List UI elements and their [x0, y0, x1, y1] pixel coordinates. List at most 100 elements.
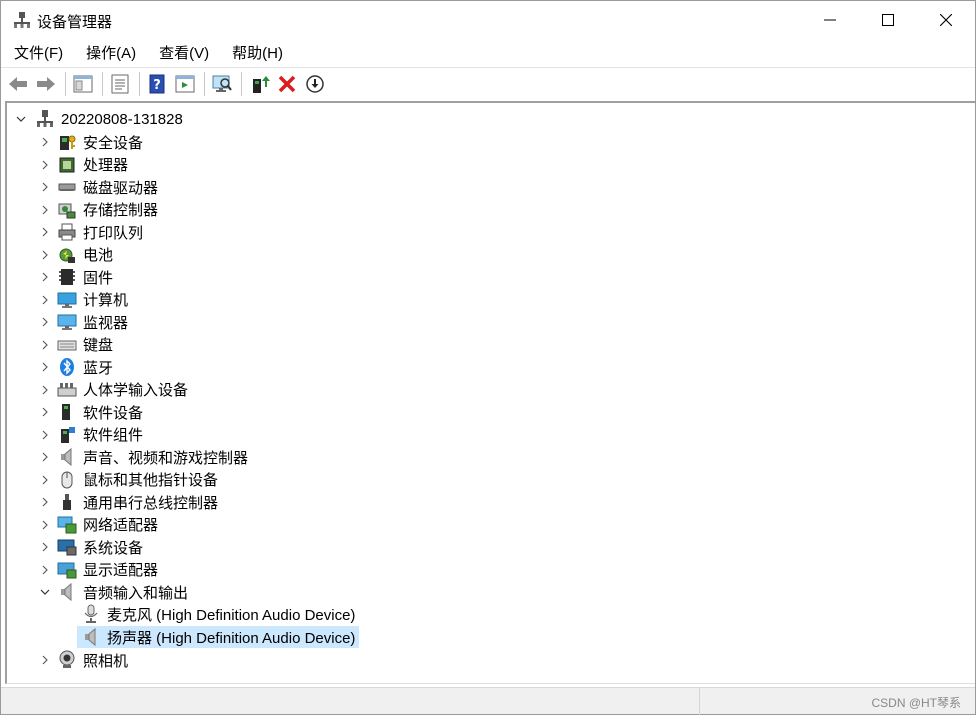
tree-category-camera[interactable]: 照相机: [37, 649, 128, 671]
chevron-right-icon[interactable]: [37, 449, 53, 465]
minimize-icon: [824, 19, 836, 21]
tree-category[interactable]: 鼠标和其他指针设备: [37, 469, 218, 491]
tree-category[interactable]: 通用串行总线控制器: [37, 491, 218, 513]
category-label: 通用串行总线控制器: [83, 494, 219, 512]
minimize-button[interactable]: [801, 1, 859, 39]
chevron-right-icon[interactable]: [37, 539, 53, 555]
tree-category[interactable]: 存储控制器: [37, 199, 158, 221]
hid-icon: [57, 380, 77, 400]
category-label: 打印队列: [83, 224, 144, 242]
chevron-right-icon[interactable]: [37, 202, 53, 218]
network-adapter-icon: [57, 515, 77, 535]
chevron-right-icon[interactable]: [37, 404, 53, 420]
category-label: 照相机: [83, 652, 129, 670]
category-label: 固件: [83, 269, 114, 287]
keyboard-icon: [57, 335, 77, 355]
back-arrow-icon: [9, 77, 27, 91]
tree-category[interactable]: 键盘: [37, 334, 113, 356]
chevron-right-icon[interactable]: [37, 652, 53, 668]
chevron-down-icon[interactable]: [13, 111, 29, 127]
forward-button[interactable]: [33, 71, 59, 97]
tree-category[interactable]: 固件: [37, 266, 113, 288]
tree-category[interactable]: 监视器: [37, 311, 128, 333]
chevron-right-icon[interactable]: [37, 247, 53, 263]
sound-icon: [57, 447, 77, 467]
uninstall-device-button[interactable]: [274, 71, 300, 97]
tree-category[interactable]: 处理器: [37, 154, 128, 176]
tree-category[interactable]: 软件组件: [37, 424, 143, 446]
chevron-right-icon[interactable]: [37, 314, 53, 330]
tree-category[interactable]: 网络适配器: [37, 514, 158, 536]
tree-category[interactable]: 打印队列: [37, 221, 143, 243]
tree-category[interactable]: 音频输入和输出: [37, 581, 188, 603]
properties-icon: [111, 74, 129, 94]
status-bar: CSDN @HT琴系: [1, 687, 975, 715]
update-driver-button[interactable]: [246, 71, 272, 97]
tree-category[interactable]: 声音、视频和游戏控制器: [37, 446, 248, 468]
usb-icon: [57, 492, 77, 512]
tree-category[interactable]: 计算机: [37, 289, 128, 311]
tree-category[interactable]: 蓝牙: [37, 356, 113, 378]
tree-device-microphone[interactable]: 麦克风 (High Definition Audio Device): [77, 603, 355, 625]
chevron-right-icon[interactable]: [37, 359, 53, 375]
tree-category[interactable]: 磁盘驱动器: [37, 176, 158, 198]
category-label: 音频输入和输出: [83, 584, 189, 602]
menu-file[interactable]: 文件(F): [1, 41, 73, 67]
close-icon: [940, 14, 952, 26]
chevron-down-icon[interactable]: [37, 584, 53, 600]
tree-category[interactable]: 人体学输入设备: [37, 379, 188, 401]
disable-device-button[interactable]: [302, 71, 328, 97]
storage-controller-icon: [57, 200, 77, 220]
tree-category[interactable]: 安全设备: [37, 131, 143, 153]
chevron-right-icon[interactable]: [37, 269, 53, 285]
tree-device-speaker-selected[interactable]: 扬声器 (High Definition Audio Device): [77, 626, 360, 648]
chevron-right-icon[interactable]: [37, 134, 53, 150]
help-button[interactable]: ?: [144, 71, 170, 97]
title-bar[interactable]: 设备管理器: [1, 1, 975, 39]
tree-root-node[interactable]: 20220808-131828: [13, 108, 183, 130]
action-pane-button[interactable]: [172, 71, 198, 97]
menu-help[interactable]: 帮助(H): [219, 41, 293, 67]
bluetooth-icon: [57, 357, 77, 377]
category-label: 监视器: [83, 314, 129, 332]
back-button[interactable]: [5, 71, 31, 97]
toolbar-separator: [65, 72, 66, 96]
menu-view[interactable]: 查看(V): [146, 41, 219, 67]
chevron-right-icon[interactable]: [37, 292, 53, 308]
close-button[interactable]: [917, 1, 975, 39]
computer-network-icon: [35, 109, 55, 129]
tree-category[interactable]: 电池: [37, 244, 113, 266]
maximize-button[interactable]: [859, 1, 917, 39]
chevron-right-icon[interactable]: [37, 494, 53, 510]
chevron-right-icon[interactable]: [37, 517, 53, 533]
battery-icon: [57, 245, 77, 265]
security-device-icon: [57, 132, 77, 152]
chevron-right-icon[interactable]: [37, 382, 53, 398]
forward-arrow-icon: [37, 77, 55, 91]
chevron-right-icon[interactable]: [37, 337, 53, 353]
uninstall-x-icon: [278, 75, 296, 93]
chevron-right-icon[interactable]: [37, 427, 53, 443]
category-label: 系统设备: [83, 539, 144, 557]
category-label: 电池: [83, 247, 114, 264]
category-label: 鼠标和其他指针设备: [83, 472, 219, 489]
chevron-right-icon[interactable]: [37, 224, 53, 240]
device-tree[interactable]: 20220808-131828 安全设备处理器磁盘驱动器 存储控制器打印队列电池固…: [5, 101, 975, 684]
chevron-right-icon[interactable]: [37, 179, 53, 195]
tree-category[interactable]: 软件设备: [37, 401, 143, 423]
tree-category[interactable]: 系统设备: [37, 536, 143, 558]
toolbar-separator: [204, 72, 205, 96]
chevron-right-icon[interactable]: [37, 157, 53, 173]
category-label: 网络适配器: [83, 517, 159, 534]
chevron-right-icon[interactable]: [37, 562, 53, 578]
help-icon: ?: [149, 74, 165, 94]
category-label: 处理器: [83, 157, 129, 174]
device-manager-app-icon: [13, 11, 31, 29]
show-hide-console-tree-button[interactable]: [70, 71, 96, 97]
tree-category[interactable]: 显示适配器: [37, 559, 158, 581]
properties-button[interactable]: [107, 71, 133, 97]
menu-action[interactable]: 操作(A): [73, 41, 146, 67]
scan-hardware-changes-button[interactable]: [209, 71, 235, 97]
window-title: 设备管理器: [37, 14, 113, 31]
chevron-right-icon[interactable]: [37, 472, 53, 488]
